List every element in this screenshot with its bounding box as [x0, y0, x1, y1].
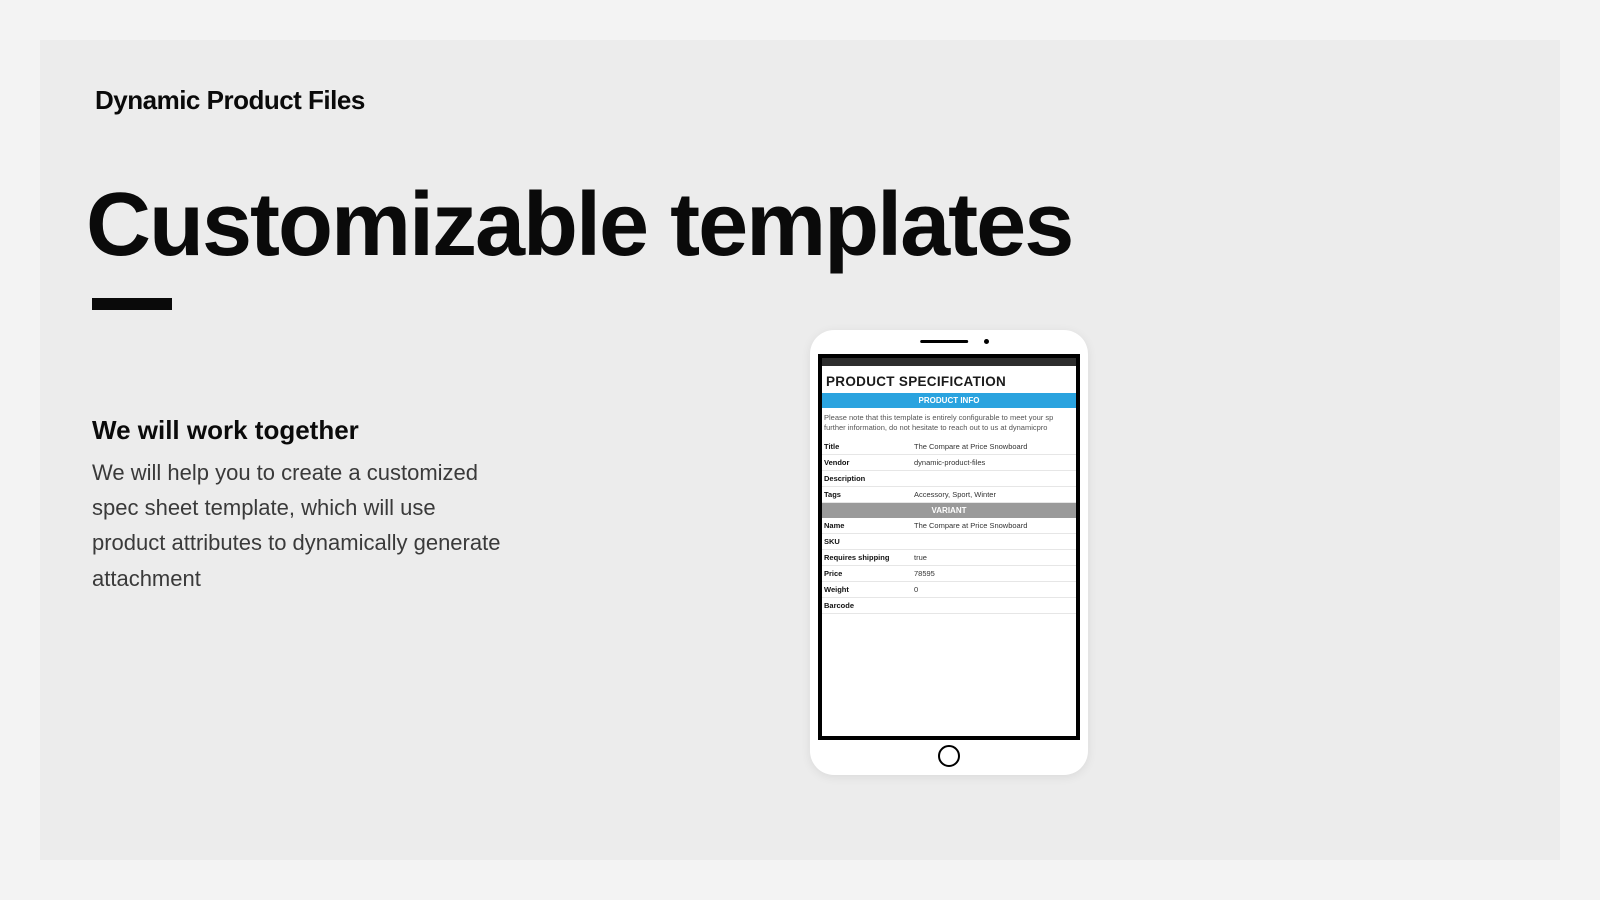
variant-row: Weight 0 — [822, 582, 1076, 598]
title-underline — [92, 298, 172, 310]
row-key: Barcode — [824, 601, 914, 610]
tablet-camera-icon — [984, 339, 989, 344]
info-row: Tags Accessory, Sport, Winter — [822, 487, 1076, 503]
row-key: Description — [824, 474, 914, 483]
row-value: true — [914, 553, 1074, 562]
subtitle: We will work together — [92, 415, 359, 446]
section-header-variant: VARIANT — [822, 503, 1076, 518]
row-key: Tags — [824, 490, 914, 499]
slide: Dynamic Product Files Customizable templ… — [40, 40, 1560, 860]
brand-label: Dynamic Product Files — [95, 85, 365, 116]
variant-row: Requires shipping true — [822, 550, 1076, 566]
row-value — [914, 474, 1074, 483]
row-key: SKU — [824, 537, 914, 546]
variant-row: Price 78595 — [822, 566, 1076, 582]
info-row: Description — [822, 471, 1076, 487]
row-key: Name — [824, 521, 914, 530]
variant-row: SKU — [822, 534, 1076, 550]
info-row: Title The Compare at Price Snowboard — [822, 439, 1076, 455]
tablet-earpiece — [920, 340, 968, 343]
row-value: dynamic-product-files — [914, 458, 1074, 467]
spec-note: Please note that this template is entire… — [822, 408, 1076, 439]
variant-row: Barcode — [822, 598, 1076, 614]
body-text: We will help you to create a customized … — [92, 455, 512, 596]
info-row: Vendor dynamic-product-files — [822, 455, 1076, 471]
tablet-screen: PRODUCT SPECIFICATION PRODUCT INFO Pleas… — [818, 354, 1080, 740]
row-value: Accessory, Sport, Winter — [914, 490, 1074, 499]
spec-heading: PRODUCT SPECIFICATION — [822, 366, 1076, 393]
row-value: The Compare at Price Snowboard — [914, 442, 1074, 451]
tablet-mockup: PRODUCT SPECIFICATION PRODUCT INFO Pleas… — [810, 330, 1088, 775]
row-value: The Compare at Price Snowboard — [914, 521, 1074, 530]
screen-topbar — [822, 358, 1076, 366]
row-value: 78595 — [914, 569, 1074, 578]
row-value: 0 — [914, 585, 1074, 594]
variant-row: Name The Compare at Price Snowboard — [822, 518, 1076, 534]
row-value — [914, 601, 1074, 610]
main-title: Customizable templates — [86, 180, 1072, 270]
tablet-home-button-icon — [938, 745, 960, 767]
row-key: Weight — [824, 585, 914, 594]
section-header-product-info: PRODUCT INFO — [822, 393, 1076, 408]
row-key: Price — [824, 569, 914, 578]
row-key: Requires shipping — [824, 553, 914, 562]
row-value — [914, 537, 1074, 546]
row-key: Title — [824, 442, 914, 451]
row-key: Vendor — [824, 458, 914, 467]
